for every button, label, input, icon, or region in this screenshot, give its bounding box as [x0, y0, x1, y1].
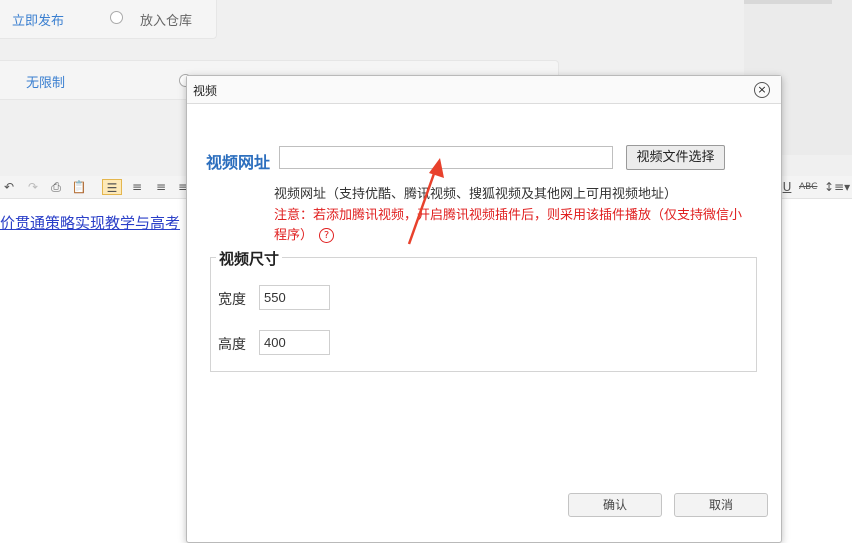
help-icon[interactable]: ?	[319, 228, 335, 243]
paste-icon[interactable]: 📋	[70, 179, 88, 195]
warehouse-label: 放入仓库	[140, 14, 193, 29]
align-right-icon[interactable]: ≡	[152, 179, 170, 195]
strikethrough-icon[interactable]: ABC	[799, 179, 817, 195]
height-input[interactable]	[259, 330, 330, 355]
video-file-select-button[interactable]: 视频文件选择	[626, 145, 725, 170]
confirm-button[interactable]: 确认	[568, 493, 662, 517]
warehouse-radio[interactable]	[110, 11, 123, 24]
width-input[interactable]	[259, 285, 330, 310]
align-center-icon[interactable]: ≡	[128, 179, 146, 195]
close-icon[interactable]: ×	[754, 82, 770, 98]
undo-icon[interactable]: ↶	[0, 179, 18, 195]
dialog-header: 视频 ×	[187, 76, 781, 104]
publish-now-link[interactable]: 立即发布	[12, 10, 64, 29]
right-panel-tab	[744, 0, 832, 4]
no-limit-link[interactable]: 无限制	[26, 72, 65, 91]
video-url-hint: 视频网址（支持优酷、腾讯视频、搜狐视频及其他网上可用视频地址）	[274, 187, 678, 202]
align-left-icon[interactable]: ☰	[102, 179, 122, 195]
video-size-legend: 视频尺寸	[216, 248, 283, 269]
video-url-input[interactable]	[279, 146, 613, 169]
dialog-title: 视频	[193, 84, 218, 98]
video-url-label: 视频网址	[206, 153, 271, 172]
warning-text: 注意：若添加腾讯视频，开启腾讯视频插件后，则采用该插件播放（仅支持微信小程序）	[274, 208, 743, 243]
cancel-button[interactable]: 取消	[674, 493, 768, 517]
width-label: 宽度	[218, 292, 246, 308]
editor-link-text[interactable]: 价贯通策略实现教学与高考	[0, 212, 180, 233]
tencent-video-warning: 注意：若添加腾讯视频，开启腾讯视频插件后，则采用该插件播放（仅支持微信小程序）?	[274, 206, 754, 246]
redo-icon[interactable]: ↷	[24, 179, 42, 195]
height-label: 高度	[218, 337, 246, 353]
video-dialog: 视频 × 视频网址 视频文件选择 视频网址（支持优酷、腾讯视频、搜狐视频及其他网…	[186, 75, 782, 543]
line-height-icon[interactable]: ↕≡▾	[824, 179, 850, 195]
print-icon[interactable]: ⎙	[47, 179, 65, 195]
